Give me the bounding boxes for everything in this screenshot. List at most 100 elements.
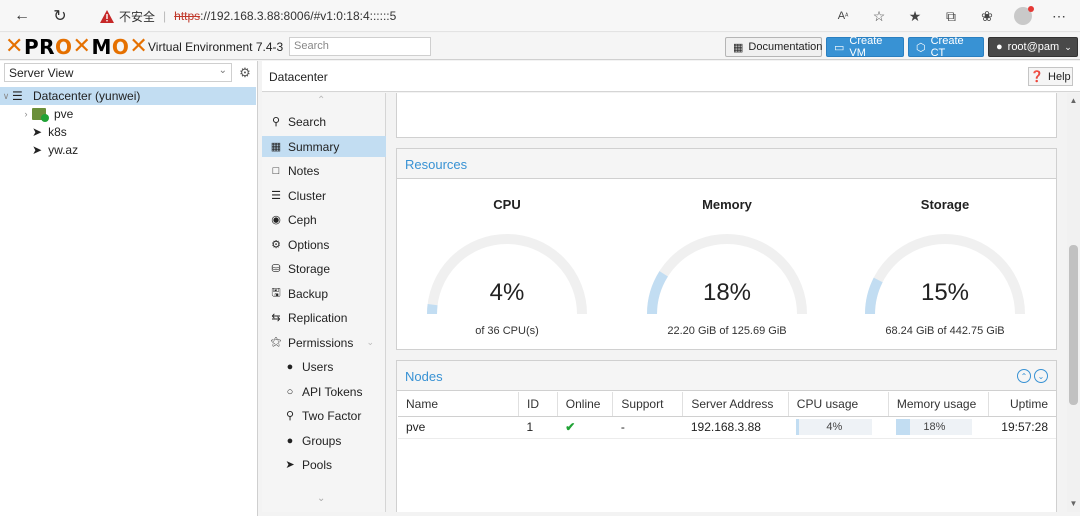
nav-item-ceph[interactable]: ◉ Ceph — [262, 209, 386, 230]
table-row[interactable]: pve 1 ✔ - 192.168.3.88 4% 18% 19:57:28 — [398, 416, 1056, 439]
pve-header: ✕ PR O ✕ M O ✕ Virtual Environment 7.4-3 Searc… — [0, 33, 1080, 60]
notes-icon: □ — [272, 164, 280, 177]
gauge-subtext: 68.24 GiB of 442.75 GiB — [885, 325, 1005, 337]
question-icon: ❓ — [1030, 71, 1045, 83]
nav-item-label: Search — [288, 114, 327, 129]
tree-item-pve[interactable]: › pve — [0, 105, 256, 123]
column-header[interactable]: Online — [557, 392, 614, 417]
collapse-up-icon[interactable]: ⌃ — [1017, 369, 1031, 383]
nav-item-api-tokens[interactable]: ○ API Tokens — [262, 381, 386, 402]
nav-item-notes[interactable]: □ Notes — [262, 160, 386, 181]
main-scrollbar[interactable]: ▲ ▼ — [1067, 93, 1080, 512]
tree-item-label: yw.az — [48, 143, 79, 157]
chevron-down-icon[interactable]: ⌄ — [366, 337, 374, 348]
database-icon: ⛁ — [271, 263, 281, 275]
favorites-list-icon[interactable]: ★ — [904, 5, 926, 27]
tree-item-yw-az[interactable]: ➤ yw.az — [0, 141, 256, 159]
nav-item-cluster[interactable]: ☰ Cluster — [262, 185, 386, 206]
chevron-down-icon[interactable]: ∨ — [0, 91, 12, 102]
extensions-icon[interactable]: ❀ — [976, 5, 998, 27]
nodes-tools: ⌃ ⌄ — [1017, 369, 1048, 383]
nav-item-storage[interactable]: ⛁ Storage — [262, 258, 386, 279]
expand-down-icon[interactable]: ⌄ — [1034, 369, 1048, 383]
view-selector[interactable]: Server View ⌄ — [4, 63, 232, 82]
nav-item-summary[interactable]: ▦ Summary — [262, 136, 386, 157]
nav-item-label: Options — [288, 237, 330, 252]
page-title: Datacenter — [269, 70, 328, 84]
unlock-icon: ⚝ — [270, 336, 282, 348]
nav-item-users[interactable]: ● Users — [262, 356, 386, 377]
gauge-title: Storage — [920, 197, 970, 212]
nav-item-two-factor[interactable]: ⚲ Two Factor — [262, 405, 386, 426]
nav-scroll-down-icon[interactable]: ⌄ — [317, 493, 325, 504]
search-input[interactable]: Search — [289, 37, 431, 56]
address-bar[interactable]: 不安全 | https ://192.168.3.88:8006/#v1:0:1… — [86, 4, 806, 28]
column-header[interactable]: CPU usage — [788, 392, 889, 417]
nav-scroll-up-icon[interactable]: ⌃ — [317, 95, 325, 106]
memory-usage-cell: 18% — [888, 416, 989, 439]
memory-usage-bar: 18% — [896, 419, 973, 435]
column-header[interactable]: Name — [398, 392, 520, 417]
column-header[interactable]: Uptime — [988, 392, 1056, 417]
create-vm-button[interactable]: ▭ Create VM — [826, 35, 904, 59]
nav-item-groups[interactable]: ● Groups — [262, 430, 386, 451]
column-header[interactable]: Support — [612, 392, 684, 417]
nav-item-backup[interactable]: 🖫 Backup — [262, 283, 386, 304]
column-header[interactable]: ID — [518, 392, 558, 417]
cube-icon: ⬡ — [916, 41, 926, 54]
reload-icon[interactable]: ↻ — [46, 2, 74, 30]
help-label: Help — [1048, 70, 1071, 83]
gear-icon[interactable]: ⚙ — [236, 63, 254, 82]
cpu-usage-cell: 4% — [788, 416, 889, 439]
browser-toolbar: ← ↻ 不安全 | https ://192.168.3.88:8006/#v1… — [0, 0, 1080, 32]
nav-item-replication[interactable]: ⇆ Replication — [262, 307, 386, 328]
floppy-icon: 🖫 — [271, 287, 281, 299]
book-icon: ▦ — [733, 41, 744, 54]
gauge-value: 15% — [920, 279, 970, 306]
user-label: root@pam — [1007, 41, 1060, 53]
nav-item-pools[interactable]: ➤ Pools — [262, 454, 386, 475]
documentation-button[interactable]: ▦ Documentation — [725, 37, 822, 57]
view-selector-value: Server View — [9, 66, 74, 80]
tree-item-datacenter[interactable]: ∨ ☰ Datacenter (yunwei) — [0, 87, 256, 105]
read-aloud-icon[interactable]: Aᴬ — [832, 5, 854, 27]
column-header[interactable]: Memory usage — [888, 392, 989, 417]
back-icon[interactable]: ← — [8, 2, 36, 30]
collections-icon[interactable]: ⧉ — [940, 5, 962, 27]
resources-panel: Resources CPU 4% of 36 CPU(s) Memory 18%… — [396, 148, 1057, 350]
key-icon: ⚲ — [285, 410, 295, 422]
resources-header: Resources — [397, 149, 1056, 179]
nav-item-permissions[interactable]: ⚝ Permissions ⌄ — [262, 332, 386, 353]
warning-icon — [100, 9, 114, 23]
nav-item-search[interactable]: ⚲ Search — [262, 111, 386, 132]
scroll-up-icon[interactable]: ▲ — [1067, 96, 1080, 105]
tree-item-k8s[interactable]: ➤ k8s — [0, 123, 256, 141]
documentation-label: Documentation — [748, 41, 823, 53]
url-separator: | — [163, 9, 167, 23]
nav-item-options[interactable]: ⚙ Options — [262, 234, 386, 255]
gauge-title: Memory — [702, 197, 752, 212]
server-rack-icon: ☰ — [12, 89, 23, 103]
create-ct-button[interactable]: ⬡ Create CT — [908, 35, 984, 59]
scroll-thumb[interactable] — [1069, 245, 1078, 405]
node-id: 1 — [518, 416, 558, 439]
tag-icon: ➤ — [32, 125, 43, 139]
help-button[interactable]: ❓ Help — [1028, 67, 1073, 86]
book-icon: ▦ — [270, 141, 282, 153]
profile-avatar[interactable] — [1012, 5, 1034, 27]
retweet-icon: ⇆ — [271, 312, 281, 324]
more-menu-icon[interactable]: ⋯ — [1048, 5, 1070, 27]
node-address: 192.168.3.88 — [682, 416, 789, 439]
ceph-icon: ◉ — [271, 214, 281, 226]
column-header[interactable]: Server Address — [682, 392, 789, 417]
cpu-usage-bar: 4% — [796, 419, 873, 435]
chevron-right-icon[interactable]: › — [20, 109, 32, 119]
nav-item-label: Users — [302, 359, 334, 374]
favorite-star-icon[interactable]: ☆ — [868, 5, 890, 27]
tags-icon: ➤ — [285, 459, 295, 471]
nav-item-label: Backup — [288, 286, 329, 301]
summary-top-panel — [396, 93, 1057, 138]
nav-item-label: Ceph — [288, 212, 317, 227]
scroll-down-icon[interactable]: ▼ — [1067, 499, 1080, 508]
user-menu-button[interactable]: ● root@pam ⌄ — [988, 37, 1078, 57]
